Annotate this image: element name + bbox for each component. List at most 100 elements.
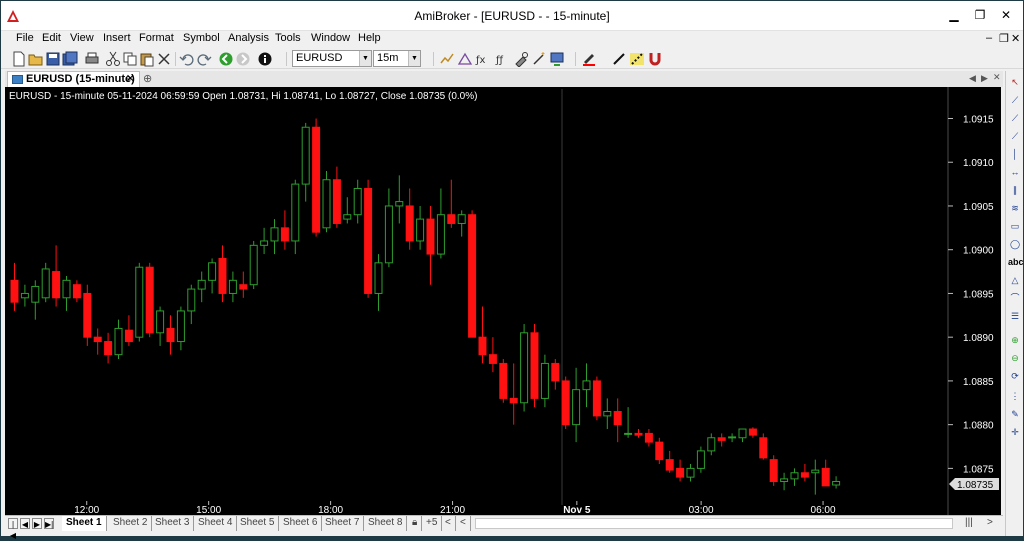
symbol-value: EURUSD [296,52,343,64]
sheet-tab-5[interactable]: Sheet 5 [236,516,280,531]
zoom-in-icon[interactable]: ⊕ [1008,333,1022,347]
candle-down [676,467,685,478]
zoom-out-icon[interactable]: ⊖ [1008,351,1022,365]
ray-icon[interactable]: ⟋ [1008,111,1022,125]
scroll-right-icon[interactable]: > [983,516,997,531]
save-icon[interactable] [45,51,61,67]
formula-icon[interactable]: ƒx [475,51,491,67]
extended-line-icon[interactable]: ⟋ [1008,129,1022,143]
rectangle-icon[interactable]: ▭ [1008,219,1022,233]
tab-close-icon[interactable]: ✕ [126,72,135,86]
menu-edit[interactable]: Edit [39,32,64,44]
ellipse-icon[interactable]: ◯ [1008,237,1022,251]
price-tick-label: 1.0915 [963,114,994,125]
chevron-down-icon[interactable]: ▼ [359,51,371,66]
tab-scroll-left-icon[interactable]: ◀ [969,73,976,84]
open-icon[interactable] [28,51,44,67]
magnet-icon[interactable] [647,51,663,67]
cycle-icon[interactable]: ⟳ [1008,369,1022,383]
select-icon[interactable]: ↖ [1008,75,1022,89]
print-icon[interactable] [84,51,100,67]
menu-file[interactable]: File [13,32,37,44]
sheet-counter[interactable]: +5 [422,516,443,531]
pen-icon[interactable]: ✎ [1008,407,1022,421]
price-chart[interactable]: EURUSD - 15-minute 05-11-2024 06:59:59 O… [5,87,1001,515]
sheet-tab-4[interactable]: Sheet 4 [194,516,238,531]
sheet-tab-8[interactable]: Sheet 8 [364,516,408,531]
menu-format[interactable]: Format [136,32,177,44]
save-all-icon[interactable] [62,51,78,67]
redo-icon[interactable] [196,51,212,67]
fibonacci-icon[interactable]: ☰ [1008,309,1022,323]
horizontal-scrollbar[interactable] [475,518,953,529]
horizontal-line-icon[interactable]: ↔ [1008,165,1022,179]
next-sheet-icon[interactable]: ▶ [32,518,42,529]
interval-combo[interactable]: 15m ▼ [373,50,421,67]
minimize-button[interactable]: ▁ [945,7,963,23]
layout-icon[interactable] [549,51,565,67]
triangle-icon[interactable]: △ [1008,273,1022,287]
candle-down [405,205,414,242]
paste-icon[interactable] [139,51,155,67]
menu-help[interactable]: Help [355,32,384,44]
last-sheet-icon[interactable]: ▶| [44,518,54,529]
sheet-tab-7[interactable]: Sheet 7 [321,516,365,531]
delete-icon[interactable] [156,51,172,67]
symbol-combo[interactable]: EURUSD ▼ [292,50,372,67]
quote-editor-icon[interactable] [457,51,473,67]
line-icon[interactable]: ⟋ [1008,93,1022,107]
menu-insert[interactable]: Insert [100,32,134,44]
undo-icon[interactable] [179,51,195,67]
vertical-line-icon[interactable]: │ [1008,147,1022,161]
magic-icon[interactable] [531,51,547,67]
cut-icon[interactable] [105,51,121,67]
prev-sheet-icon[interactable]: ◀ [20,518,30,529]
candle-up [780,478,789,483]
menu-symbol[interactable]: Symbol [180,32,223,44]
sheet-tab-1[interactable]: Sheet 1 [62,516,107,531]
tab-close-all-icon[interactable]: ✕ [993,72,1001,83]
sheet-tab-2[interactable]: Sheet 2 [109,516,153,531]
formula-editor-icon[interactable]: ƒƒ [495,51,511,67]
close-button[interactable]: ✕ [997,7,1015,23]
menu-tools[interactable]: Tools [272,32,304,44]
tab-eurusd-chart[interactable]: EURUSD (15-minute) ✕ [7,71,140,87]
menu-window[interactable]: Window [308,32,353,44]
draw-pencil-icon[interactable] [611,51,627,67]
copy-icon[interactable] [122,51,138,67]
channel-icon[interactable]: ≋ [1008,201,1022,215]
highlight-icon[interactable] [629,51,645,67]
cross-icon[interactable]: ✛ [1008,425,1022,439]
pen-color-icon[interactable] [581,51,597,67]
back-icon[interactable] [218,51,234,67]
parallel-lines-icon[interactable]: ∥ [1008,183,1022,197]
candle-up [156,310,165,334]
chevron-down-icon[interactable]: ▼ [408,51,420,66]
more-icon[interactable]: ⋮ [1008,389,1022,403]
mdi-close-icon[interactable]: ✕ [1011,32,1020,45]
price-tick-label: 1.0895 [963,289,994,300]
mdi-minimize-icon[interactable]: – [986,32,992,44]
lock-icon[interactable]: 🔒︎ [408,516,423,531]
sheet-tab-3[interactable]: Sheet 3 [151,516,195,531]
tools-icon[interactable] [513,51,529,67]
mdi-restore-icon[interactable]: ❐ [999,32,1009,45]
scroll-thumb-icon[interactable]: ||| [961,516,977,531]
text-icon[interactable]: abc [1008,255,1024,269]
candle-up [291,183,300,242]
arc-icon[interactable]: ⌒ [1008,291,1022,305]
sheet-scroll-right-icon[interactable]: < [456,516,471,531]
sheet-scroll-left-icon[interactable]: < [441,516,456,531]
candle-up [707,437,716,452]
new-icon[interactable] [11,51,27,67]
tab-scroll-right-icon[interactable]: ▶ [981,73,988,84]
maximize-button[interactable]: ❐ [971,7,989,23]
forward-icon[interactable] [235,51,251,67]
menu-analysis[interactable]: Analysis [225,32,272,44]
indicators-icon[interactable] [439,51,455,67]
info-icon[interactable] [257,51,273,67]
menu-view[interactable]: View [67,32,97,44]
new-tab-icon[interactable]: ⊕ [143,72,152,85]
sheet-tab-6[interactable]: Sheet 6 [279,516,323,531]
first-sheet-icon[interactable]: |◀ [8,518,18,540]
